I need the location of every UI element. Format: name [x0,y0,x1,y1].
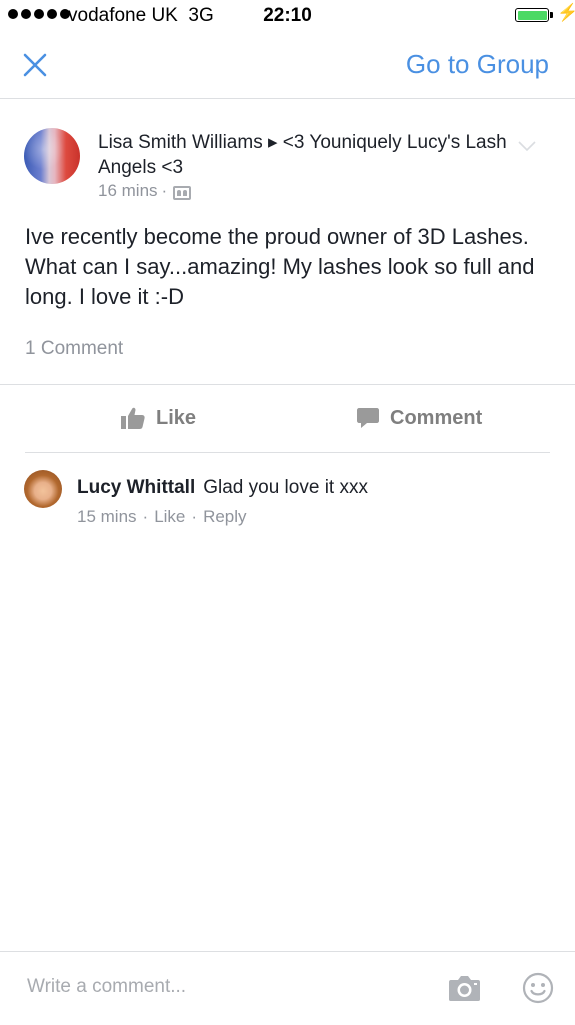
comment-count[interactable]: 1 Comment [25,338,123,360]
commenter-avatar[interactable] [24,470,62,508]
comment-reply-link[interactable]: Reply [203,507,246,526]
comment-item: Lucy Whittall Glad you love it xxx [77,477,368,499]
smiley-icon[interactable] [522,972,554,1004]
camera-icon[interactable] [448,974,481,1002]
comment-label: Comment [390,406,483,429]
like-label: Like [156,406,197,429]
like-button[interactable]: Like [120,402,196,434]
comment-composer [0,951,575,1025]
comment-bubble-icon [357,408,379,428]
post-author-line[interactable]: Lisa Smith Williams ▸ <3 Youniquely Lucy… [98,130,508,180]
comment-text: Glad you love it xxx [203,477,368,498]
post-meta: 16 mins · [98,181,192,201]
comment-meta: 15 mins · Like · Reply [77,507,247,527]
chevron-down-icon[interactable] [518,140,536,152]
comment-like-link[interactable]: Like [154,507,185,526]
meta-separator: · [142,507,149,526]
navigation-bar: Go to Group [0,34,575,99]
charging-icon: ⚡ [557,3,575,22]
battery-icon [515,8,553,22]
divider [25,452,550,453]
status-time: 22:10 [263,5,312,26]
post-time[interactable]: 16 mins [98,181,158,201]
author-avatar[interactable] [24,128,80,184]
meta-separator: · [161,181,168,200]
close-icon[interactable] [22,52,48,78]
status-bar: vodafone UK 3G 22:10 ⚡ [0,0,575,34]
meta-separator: · [191,507,198,526]
group-icon [173,186,192,200]
divider [0,384,575,385]
go-to-group-link[interactable]: Go to Group [406,49,549,80]
post-body-text: Ive recently become the proud owner of 3… [25,224,535,309]
comment-input[interactable] [25,966,409,1008]
commenter-name[interactable]: Lucy Whittall [77,477,195,498]
thumbs-up-icon [121,407,145,429]
comment-button[interactable]: Comment [356,402,482,434]
comment-time: 15 mins [77,507,137,526]
